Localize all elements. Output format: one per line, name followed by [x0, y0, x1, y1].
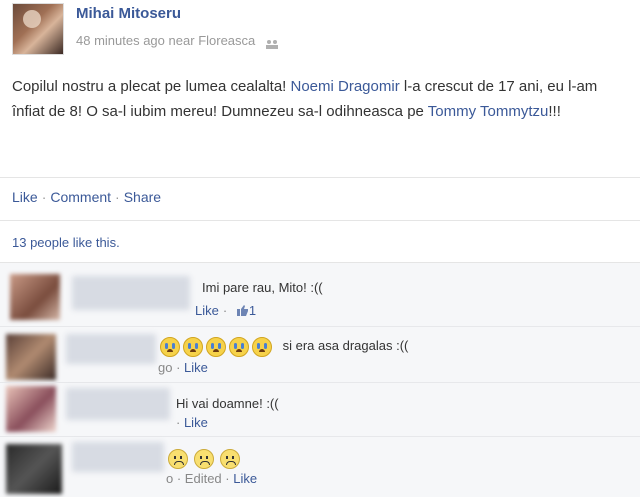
commenter-avatar[interactable] [10, 274, 60, 320]
commenter-avatar[interactable] [6, 334, 56, 380]
divider [0, 436, 640, 437]
divider [0, 262, 640, 263]
comment-like-link[interactable]: Like [184, 415, 208, 430]
crying-face-icon [206, 337, 226, 357]
comment: o · Edited · Like [0, 438, 640, 497]
mention-link[interactable]: Tommy Tommytzu [428, 103, 549, 120]
post-text: Copilul nostru a plecat pe lumea cealalt… [12, 74, 632, 124]
commenter-name[interactable] [72, 276, 190, 310]
post-meta: 48 minutes ago near Floreasca [76, 33, 279, 49]
comment: Hi vai doamne! :(( · Like [0, 384, 640, 434]
comment-text: Hi vai doamne! :(( [176, 396, 279, 411]
crying-face-icon [229, 337, 249, 357]
comment-text: si era asa dragalas :(( [282, 338, 409, 354]
commenter-avatar[interactable] [6, 444, 62, 494]
comment-link[interactable]: Comment [50, 189, 111, 205]
comment-time[interactable]: go · [158, 360, 184, 375]
separator: · [222, 303, 228, 318]
comment-text: Imi pare rau, Mito! :(( [202, 280, 323, 295]
commenter-avatar[interactable] [6, 386, 56, 432]
separator: · [115, 189, 120, 205]
comment-meta: o · Edited · Like [166, 471, 257, 486]
comment-meta: Like · 1 [195, 303, 256, 318]
divider [0, 382, 640, 383]
comment-meta: · Like [176, 415, 208, 430]
separator: · [41, 189, 47, 205]
people-icon[interactable] [265, 37, 279, 49]
comment: Imi pare rau, Mito! :(( Like · 1 [0, 270, 640, 322]
comment-edited[interactable]: Edited [185, 471, 222, 486]
thumbs-up-icon[interactable] [236, 304, 249, 316]
post-location[interactable]: Floreasca [198, 33, 255, 48]
author-avatar[interactable] [12, 3, 64, 55]
comment-like-link[interactable]: Like [233, 471, 257, 486]
comment-meta: go · Like [158, 360, 208, 375]
divider [0, 177, 640, 178]
sad-face-icon [220, 449, 240, 469]
post-text-part: !!! [548, 103, 561, 120]
author-name[interactable]: Mihai Mitoseru [76, 5, 181, 22]
separator: · [221, 471, 234, 486]
comment-time[interactable]: o · [166, 471, 185, 486]
comment-body [168, 449, 246, 469]
likes-summary[interactable]: 13 people like this. [12, 235, 120, 250]
post-text-part: Copilul nostru a plecat pe lumea cealalt… [12, 78, 291, 95]
commenter-name[interactable] [72, 442, 164, 472]
crying-face-icon [183, 337, 203, 357]
post-time[interactable]: 48 minutes ago [76, 33, 165, 48]
sad-face-icon [194, 449, 214, 469]
comment: si era asa dragalas :(( go · Like [0, 330, 640, 382]
commenter-name[interactable] [66, 388, 170, 420]
location-prefix: near [168, 33, 195, 48]
commenter-name[interactable] [66, 334, 156, 364]
comment-like-link[interactable]: Like [184, 360, 208, 375]
post-actions: Like · Comment · Share [12, 189, 161, 205]
divider [0, 220, 640, 221]
sad-face-icon [168, 449, 188, 469]
comment-like-link[interactable]: Like [195, 303, 219, 318]
share-link[interactable]: Share [124, 189, 161, 205]
comment-time[interactable]: · [176, 415, 184, 430]
comment-body: si era asa dragalas :(( [160, 337, 408, 357]
post-header: Mihai Mitoseru 48 minutes ago near Flore… [12, 3, 632, 55]
mention-link[interactable]: Noemi Dragomir [291, 78, 400, 95]
comment-like-count[interactable]: 1 [249, 303, 256, 318]
divider [0, 326, 640, 327]
crying-face-icon [252, 337, 272, 357]
like-link[interactable]: Like [12, 189, 38, 205]
crying-face-icon [160, 337, 180, 357]
